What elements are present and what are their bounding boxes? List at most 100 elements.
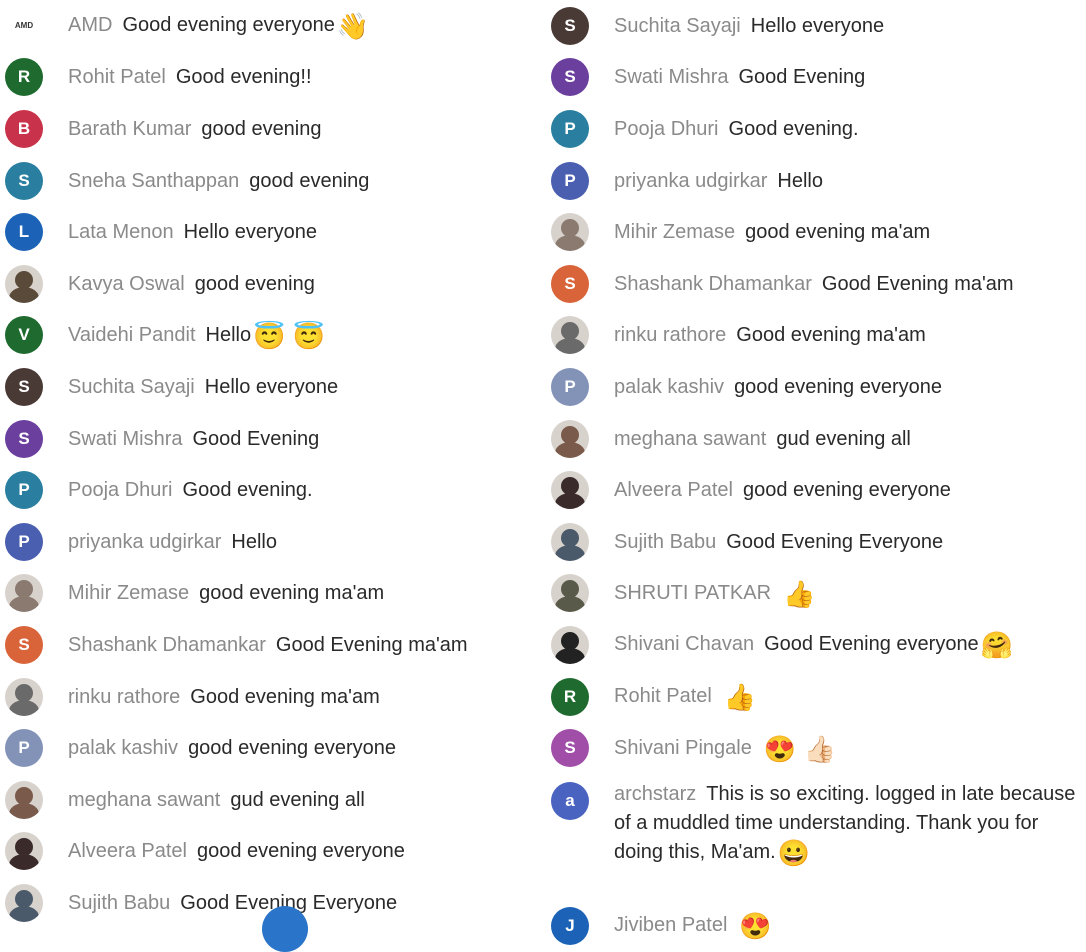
author-name[interactable]: Jiviben Patel	[614, 914, 727, 936]
author-name[interactable]: AMD	[68, 14, 112, 36]
author-name[interactable]: Suchita Sayaji	[614, 15, 741, 37]
chat-message: J Jiviben Patel 😍	[546, 900, 1086, 952]
author-name[interactable]: rinku rathore	[614, 324, 726, 346]
author-name[interactable]: Pooja Dhuri	[614, 118, 719, 140]
avatar[interactable]: P	[551, 109, 589, 148]
message-body: good evening	[201, 117, 322, 140]
author-name[interactable]: archstarz	[614, 783, 696, 805]
avatar[interactable]: V	[5, 316, 43, 355]
message-body: Good Evening ma'am	[275, 633, 468, 656]
avatar[interactable]: S	[5, 419, 43, 458]
author-name[interactable]: Sujith Babu	[68, 892, 170, 914]
message-body: Good evening ma'am	[736, 324, 926, 347]
avatar[interactable]: P	[551, 367, 589, 406]
message-body: good evening ma'am	[199, 582, 385, 605]
author-name[interactable]: priyanka udgirkar	[68, 531, 221, 553]
author-name[interactable]: Rohit Patel	[68, 66, 166, 88]
chat-message: AMD AMD Good evening everyone👋	[0, 0, 540, 52]
author-name[interactable]: Alveera Patel	[614, 479, 733, 501]
author-name[interactable]: palak kashiv	[68, 737, 178, 759]
message-text: Shashank Dhamankar Good Evening ma'am	[614, 271, 1014, 297]
avatar[interactable]: P	[5, 522, 43, 561]
avatar[interactable]	[551, 574, 589, 613]
author-name[interactable]: Shivani Chavan	[614, 633, 754, 655]
avatar[interactable]: S	[551, 729, 589, 768]
author-name[interactable]: meghana sawant	[614, 428, 766, 450]
author-name[interactable]: rinku rathore	[68, 686, 180, 708]
chat-message: Sujith Babu Good Evening Everyone	[546, 516, 1086, 568]
message-text: Sneha Santhappan good evening	[68, 168, 369, 194]
unread-badge[interactable]	[262, 906, 308, 952]
message-text: Shashank Dhamankar Good Evening ma'am	[68, 632, 468, 658]
avatar[interactable]: AMD	[5, 7, 43, 45]
author-name[interactable]: SHRUTI PATKAR	[614, 582, 771, 604]
avatar[interactable]: S	[5, 367, 43, 406]
author-name[interactable]: Kavya Oswal	[68, 273, 185, 295]
avatar[interactable]	[551, 471, 589, 510]
message-body: Good Evening	[192, 427, 320, 450]
author-name[interactable]: Shashank Dhamankar	[614, 273, 812, 295]
message-body: good evening everyone	[734, 375, 943, 398]
avatar[interactable]	[5, 832, 43, 871]
avatar[interactable]	[551, 625, 589, 664]
author-name[interactable]: Shashank Dhamankar	[68, 634, 266, 656]
message-text: palak kashiv good evening everyone	[68, 735, 396, 761]
avatar[interactable]: a	[551, 781, 589, 820]
author-name[interactable]: priyanka udgirkar	[614, 170, 767, 192]
avatar[interactable]	[5, 883, 43, 922]
avatar[interactable]	[5, 574, 43, 613]
author-name[interactable]: Suchita Sayaji	[68, 376, 195, 398]
author-name[interactable]: Shivani Pingale	[614, 737, 752, 759]
chat-message: B Barath Kumar good evening	[0, 103, 540, 155]
avatar[interactable]: P	[5, 471, 43, 510]
chat-message: Ppriyanka udgirkar Hello	[0, 516, 540, 568]
avatar[interactable]	[551, 213, 589, 252]
avatar[interactable]	[5, 264, 43, 303]
author-name[interactable]: Sujith Babu	[614, 531, 716, 553]
message-body: Good evening ma'am	[190, 685, 380, 708]
chat-message: S Swati Mishra Good Evening	[546, 52, 1086, 104]
message-body: gud evening all	[230, 788, 365, 811]
avatar[interactable]: J	[551, 906, 589, 945]
author-name[interactable]: Barath Kumar	[68, 118, 191, 140]
author-name[interactable]: Mihir Zemase	[614, 221, 735, 243]
message-text: Lata Menon Hello everyone	[68, 219, 317, 245]
avatar[interactable]: S	[551, 6, 589, 45]
chat-message: Ppalak kashiv good evening everyone	[0, 722, 540, 774]
chat-message: a archstarz This is so exciting. logged in…	[546, 774, 1086, 900]
author-name[interactable]: palak kashiv	[614, 376, 724, 398]
message-text: Suchita Sayaji Hello everyone	[68, 374, 338, 400]
avatar[interactable]	[551, 419, 589, 458]
author-name[interactable]: Pooja Dhuri	[68, 479, 173, 501]
avatar[interactable]: S	[5, 625, 43, 664]
author-name[interactable]: Alveera Patel	[68, 840, 187, 862]
chat-message: Alveera Patel good evening everyone	[0, 826, 540, 878]
author-name[interactable]: Mihir Zemase	[68, 582, 189, 604]
author-name[interactable]: Vaidehi Pandit	[68, 324, 196, 346]
author-name[interactable]: Swati Mishra	[68, 428, 182, 450]
avatar[interactable]	[5, 780, 43, 819]
avatar[interactable]: S	[5, 161, 43, 200]
author-name[interactable]: Swati Mishra	[614, 66, 728, 88]
avatar[interactable]: L	[5, 213, 43, 252]
chat-column-left: AMD AMD Good evening everyone👋 R Rohit Patel…	[0, 0, 540, 929]
author-name[interactable]: Rohit Patel	[614, 685, 712, 707]
avatar[interactable]	[5, 677, 43, 716]
author-name[interactable]: meghana sawant	[68, 789, 220, 811]
avatar[interactable]	[551, 522, 589, 561]
avatar[interactable]	[551, 316, 589, 355]
chat-message: meghana sawant gud evening all	[546, 413, 1086, 465]
avatar[interactable]: B	[5, 109, 43, 148]
avatar[interactable]: P	[551, 161, 589, 200]
avatar[interactable]: R	[551, 677, 589, 716]
avatar[interactable]: R	[5, 58, 43, 97]
author-name[interactable]: Lata Menon	[68, 221, 174, 243]
avatar[interactable]: S	[551, 264, 589, 303]
author-name[interactable]: Sneha Santhappan	[68, 170, 239, 192]
avatar[interactable]: P	[5, 729, 43, 768]
avatar[interactable]: S	[551, 58, 589, 97]
emoji: 👍	[723, 682, 757, 713]
message-text: Alveera Patel good evening everyone	[614, 477, 951, 503]
message-text: rinku rathore Good evening ma'am	[68, 684, 380, 710]
message-body: good evening everyone	[196, 840, 405, 863]
